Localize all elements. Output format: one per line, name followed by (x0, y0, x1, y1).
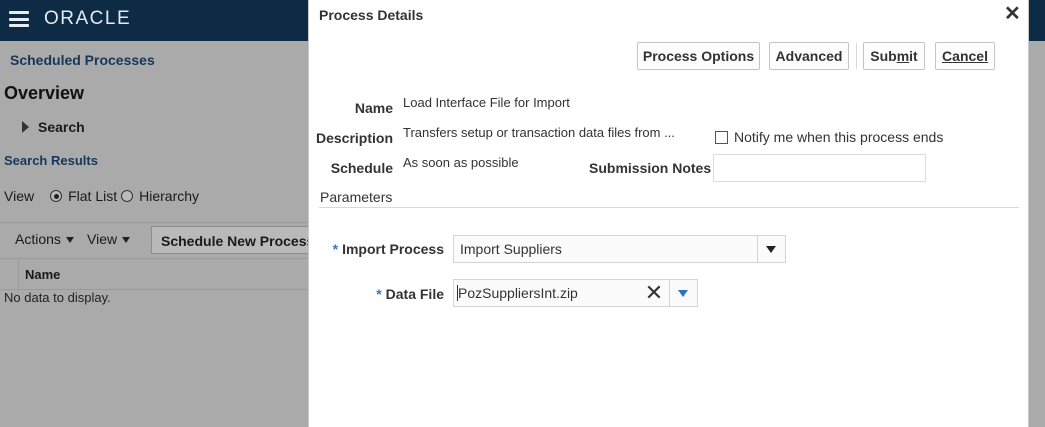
notify-label: Notify me when this process ends (734, 129, 944, 145)
required-marker: * (332, 241, 339, 257)
chevron-down-icon (122, 237, 131, 243)
search-results-heading: Search Results (4, 153, 98, 168)
schedule-value: As soon as possible (403, 155, 519, 170)
description-value: Transfers setup or transaction data file… (403, 125, 675, 140)
view-toggle: View Flat List Hierarchy (4, 188, 199, 204)
data-file-label-text: Data File (385, 286, 444, 302)
view-label: View (4, 188, 35, 204)
empty-table-text: No data to display. (4, 290, 111, 305)
submit-button[interactable]: Submit (863, 42, 925, 70)
close-icon[interactable]: ✕ (1004, 4, 1021, 24)
clear-icon[interactable]: ✕ (643, 282, 665, 304)
submit-label-end: it (909, 48, 918, 64)
flat-list-label: Flat List (68, 188, 118, 204)
breadcrumb[interactable]: Scheduled Processes (10, 52, 155, 68)
flat-list-radio[interactable] (50, 190, 63, 202)
submission-notes-label: Submission Notes (589, 160, 712, 176)
chevron-down-icon[interactable] (669, 280, 697, 306)
required-marker: * (376, 286, 382, 302)
import-process-label-text: Import Process (342, 241, 444, 257)
process-options-button[interactable]: Process Options (637, 42, 760, 70)
schedule-new-process-button[interactable]: Schedule New Process (151, 226, 321, 254)
cancel-access-key: C (942, 48, 953, 64)
cancel-label-end: ancel (952, 48, 988, 64)
data-file-label: * Data File (376, 286, 444, 302)
chevron-down-icon (65, 237, 74, 243)
notify-checkbox-row[interactable]: Notify me when this process ends (715, 129, 943, 145)
advanced-button[interactable]: Advanced (769, 42, 849, 70)
dialog-title: Process Details (319, 7, 424, 23)
import-process-select[interactable]: Import Suppliers (453, 235, 786, 263)
search-disclosure[interactable]: Search (22, 119, 85, 135)
name-value: Load Interface File for Import (403, 95, 570, 110)
search-label: Search (38, 119, 85, 135)
expand-triangle-icon (22, 121, 29, 133)
submit-access-key: m (896, 48, 910, 64)
column-header-name[interactable]: Name (25, 267, 60, 282)
name-label: Name (354, 100, 393, 116)
page-title: Overview (4, 83, 85, 103)
oracle-logo: ORACLE (44, 8, 132, 29)
schedule-label: Schedule (330, 160, 393, 176)
actions-label: Actions (15, 231, 61, 247)
import-process-value: Import Suppliers (460, 241, 562, 257)
data-file-value: PozSuppliersInt.zip (458, 285, 578, 301)
description-label: Description (315, 130, 393, 146)
hamburger-menu-icon[interactable] (9, 11, 29, 27)
import-process-label: * Import Process (333, 241, 444, 257)
chevron-down-icon[interactable] (757, 236, 785, 262)
button-separator (856, 43, 857, 69)
submission-notes-input[interactable] (713, 154, 926, 182)
divider (319, 207, 1019, 208)
column-divider (18, 259, 19, 291)
view-menu-label: View (87, 231, 118, 247)
parameters-heading: Parameters (320, 189, 393, 205)
table-header: Name (0, 258, 308, 291)
hierarchy-radio[interactable] (121, 190, 134, 202)
cancel-button[interactable]: Cancel (935, 42, 995, 70)
view-menu[interactable]: View (87, 231, 131, 247)
process-details-dialog: Process Details ✕ Process Options Advanc… (308, 0, 1029, 427)
notify-checkbox[interactable] (715, 130, 728, 144)
submit-label-start: Sub (870, 48, 897, 64)
divider (0, 222, 308, 223)
actions-menu[interactable]: Actions (15, 231, 74, 247)
hierarchy-label: Hierarchy (139, 188, 200, 204)
background-page-edge (1029, 41, 1045, 427)
data-file-input[interactable]: PozSuppliersInt.zip ✕ (453, 279, 698, 307)
